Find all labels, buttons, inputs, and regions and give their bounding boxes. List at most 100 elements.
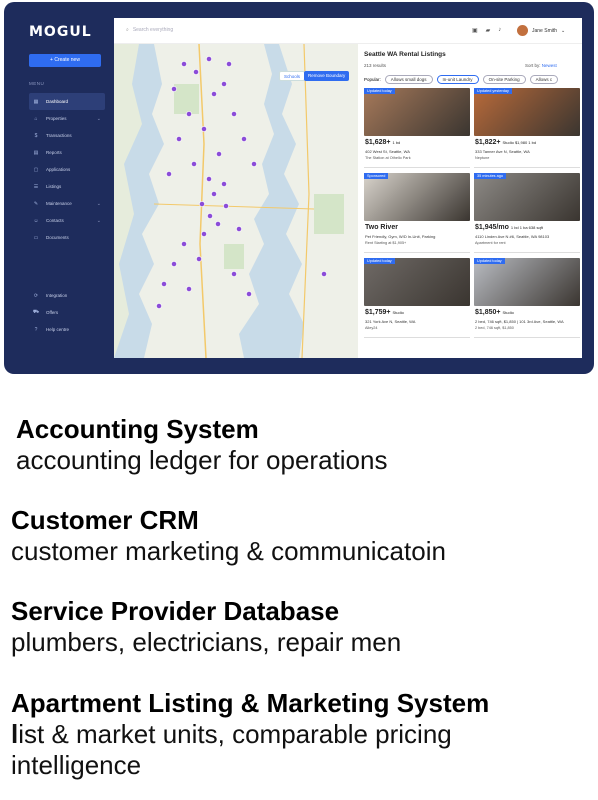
folder-icon: ▭ [33,234,39,241]
listing-card[interactable]: Updated today $1,628+ 1 bd 402 West St, Sea… [364,88,470,168]
filter-chip[interactable]: Allows c [529,75,559,84]
home-icon: ⌂ [34,115,38,122]
listing-price: $1,759+ Studio [365,309,404,316]
popular-label: Popular: [364,77,381,82]
user-name: Jane Smith [532,27,558,34]
listing-meta: Apartment for rent [475,241,506,245]
listing-address: 2 bed, 746 sqft, $1,850 | 101 3rd Ave, S… [475,319,564,324]
sidebar-item-listings[interactable]: ☰ Listings [29,178,105,195]
integration-icon: ⟳ [33,292,39,299]
sidebar-item-applications[interactable]: ▢ Applications [29,161,105,178]
bell-icon[interactable]: ♪ [498,27,501,34]
listing-meta: The Station at Othello Park [365,156,411,160]
dashboard-icon: ▦ [33,98,39,105]
sidebar-item-label: Help centre [46,327,70,332]
search-icon: ⌕ [126,27,129,33]
sidebar-item-reports[interactable]: ▤ Reports [29,144,105,161]
sidebar-item-help-centre[interactable]: ? Help centre [29,321,105,338]
wrench-icon: ✎ [33,200,39,207]
sidebar-item-offers[interactable]: ⛟ Offers [29,304,105,321]
schools-button[interactable]: Schools [279,71,306,81]
listing-price: $1,850+ Studio [475,309,514,316]
listing-price: $1,628+ 1 bd [365,139,401,146]
listing-tag: Updated yesterday [474,88,512,94]
sidebar-item-properties[interactable]: ⌂ Properties ⌄ [29,110,105,127]
sidebar-item-maintenance[interactable]: ✎ Maintenance ⌄ [29,195,105,212]
sidebar-bottom-nav: ⟳ Integration ⛟ Offers? Help centre [29,287,105,338]
listing-photo [364,173,470,221]
feature-description: customer marketing & communicatoin [11,536,446,566]
listings-title: Seattle WA Rental Listings [364,51,446,58]
listing-tag: 35 minutes ago [474,173,506,179]
menu-label: MENU [29,81,45,86]
listing-meta: Alley24 [365,326,378,330]
user-menu[interactable]: Jane Smith ⌄ [517,25,565,36]
listing-photo [474,173,580,221]
feature-description-line2: intelligence [11,750,142,780]
listing-meta: Rent Starting at $1,905+ [365,241,407,245]
chat-icon[interactable]: ▰ [486,27,491,34]
result-count: 213 results [364,63,387,68]
sidebar-item-label: Integration [46,293,68,298]
listing-meta: Neptune [475,156,490,160]
search-input[interactable]: ⌕ Search everything [126,27,173,33]
listing-tag: Updated today [364,88,395,94]
sidebar-item-label: Offers [46,310,59,315]
sidebar-item-label: Transactions [46,133,72,138]
sidebar-item-transactions[interactable]: $ Transactions [29,127,105,144]
feature-title: Apartment Listing & Marketing System [11,688,490,718]
feature-title: Accounting System [16,414,259,444]
feature-description: plumbers, electricians, repair men [11,627,402,657]
listing-photo [474,258,580,306]
chevron-down-icon: ⌄ [96,200,101,207]
map-view[interactable]: Schools Remove Boundary Map [114,44,358,358]
sidebar-item-label: Maintenance [46,201,72,206]
listing-card[interactable]: Sponsored Two River Pet Friendly, Gym, W/D… [364,173,470,253]
listing-price: $1,822+ Studio $1,980 1 bd [475,139,537,146]
logo: MOGUL [29,24,92,40]
sidebar-item-documents[interactable]: ▭ Documents [29,229,105,246]
listing-address: 402 West St, Seattle, WA [365,149,410,154]
listing-address: 4110 Linden Ave N #6, Seattle, WA 98103 [475,234,550,239]
remove-boundary-button[interactable]: Remove Boundary [304,71,350,81]
feature-title: Customer CRM [11,505,199,535]
main-content: ⌕ Search everything ▣ ▰ ♪ Jane Smith ⌄ S… [114,18,582,358]
help-icon: ? [34,326,38,333]
listing-price: $1,945/mo 1 bd 1 ba 638 sqft [475,224,543,231]
listing-card[interactable]: Updated today $1,850+ Studio 2 bed, 746 sqf… [474,258,580,338]
listing-card[interactable]: Updated today $1,759+ Studio 321 York Ave N… [364,258,470,338]
listing-tag: Sponsored [364,173,389,179]
listing-card[interactable]: 35 minutes ago $1,945/mo 1 bd 1 ba 638 sqf… [474,173,580,253]
feature-description: accounting ledger for operations [16,445,388,475]
sidebar-item-integration[interactable]: ⟳ Integration [29,287,105,304]
sidebar: MOGUL + Create new MENU ▦ Dashboard ⌂ Prope… [4,2,110,374]
listing-tag: Updated today [474,258,505,264]
map-canvas [114,44,358,358]
listing-card[interactable]: Updated yesterday $1,822+ Studio $1,980 1 … [474,88,580,168]
sidebar-item-label: Contacts [46,218,64,223]
filter-chip[interactable]: Allows small dogs [384,75,433,84]
chevron-down-icon: ⌄ [96,115,101,122]
cart-icon: ⛟ [32,309,40,315]
listing-photo [364,258,470,306]
sidebar-item-contacts[interactable]: ☺ Contacts ⌄ [29,212,105,229]
feature-item: Customer CRM customer marketing & communi… [11,505,598,567]
filter-chip[interactable]: In-unit Laundry [436,75,479,84]
sort-dropdown[interactable]: Sort by: Newest [525,63,557,68]
listing-address: 321 York Ave N, Seattle, WA [365,319,416,324]
listing-meta: 2 bed, 746 sqft, $1,850 [475,326,514,330]
filter-chips: Popular: Allows small dogs In-unit Laundr… [364,75,559,84]
topbar-icons: ▣ ▰ ♪ [472,27,501,34]
sidebar-item-dashboard[interactable]: ▦ Dashboard [29,93,105,110]
top-bar: ⌕ Search everything ▣ ▰ ♪ Jane Smith ⌄ [114,18,582,44]
sidebar-item-label: Properties [46,116,67,121]
filter-chip[interactable]: On-site Parking [482,75,526,84]
listing-address: 333 Tanner Ave N, Seattle, WA [475,149,530,154]
feature-item: Service Provider Database plumbers, elect… [11,596,598,658]
calendar-icon[interactable]: ▣ [472,27,478,34]
feature-description: list & market units, comparable pricing [11,719,452,749]
feature-item: Apartment Listing & Marketing System list… [11,688,598,781]
listings-pane: Seattle WA Rental Listings 213 results S… [362,44,582,358]
listing-photo [364,88,470,136]
create-new-button[interactable]: + Create new [29,54,101,67]
